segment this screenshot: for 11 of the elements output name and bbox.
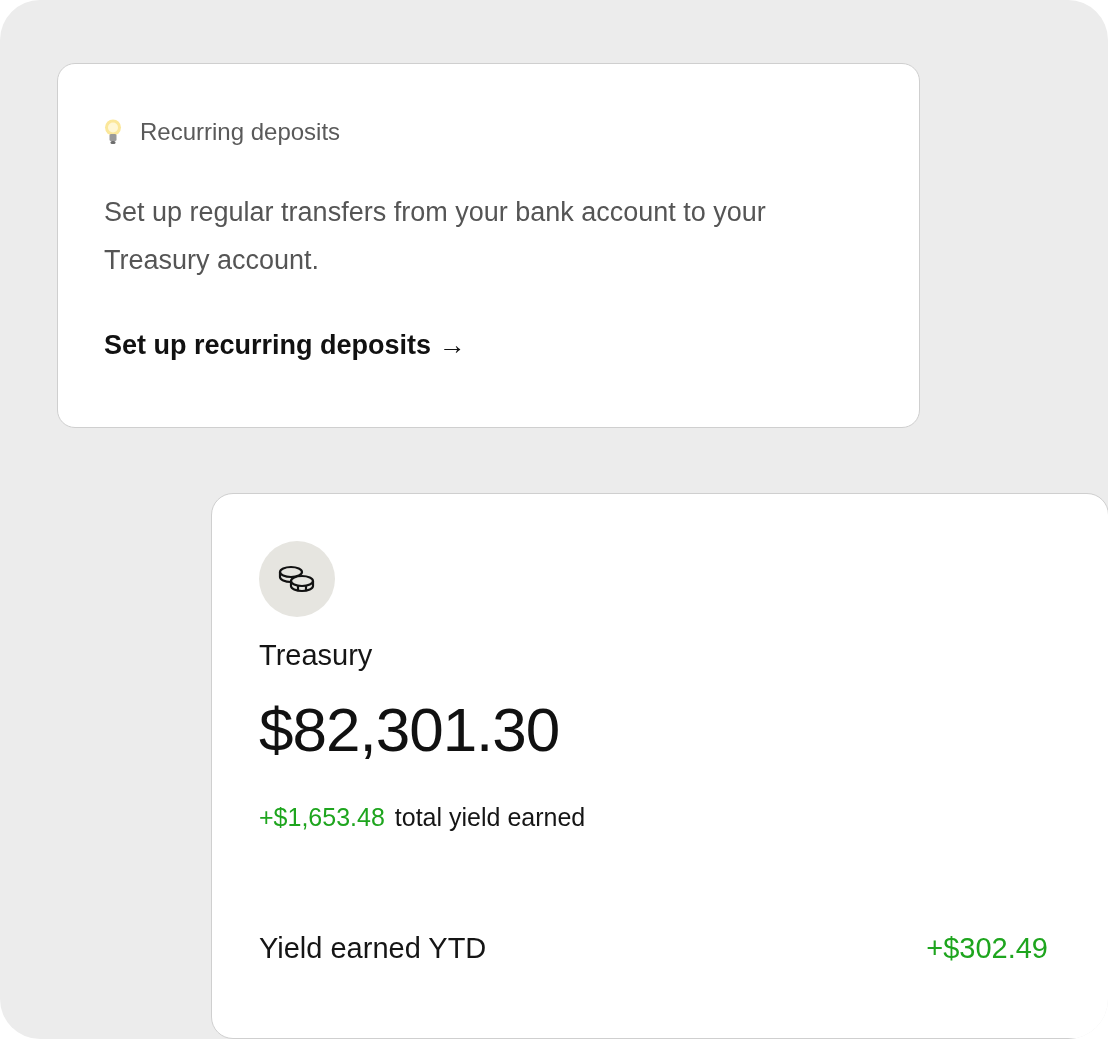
coins-icon: [278, 564, 316, 593]
yield-label: total yield earned: [394, 802, 586, 832]
lightbulb-icon: [104, 119, 122, 145]
account-name: Treasury: [259, 638, 373, 672]
tip-description: Set up regular transfers from your bank account to your Treasury account.: [104, 196, 767, 277]
tip-title: Recurring deposits: [140, 117, 341, 147]
setup-link[interactable]: Set up recurring deposits →: [104, 330, 466, 361]
row-label: Yield earned YTD: [259, 931, 487, 965]
account-balance: $82,301.30: [259, 693, 560, 765]
yield-amount: +$1,653.48: [259, 802, 385, 832]
row-value: +$302.49: [926, 931, 1048, 965]
